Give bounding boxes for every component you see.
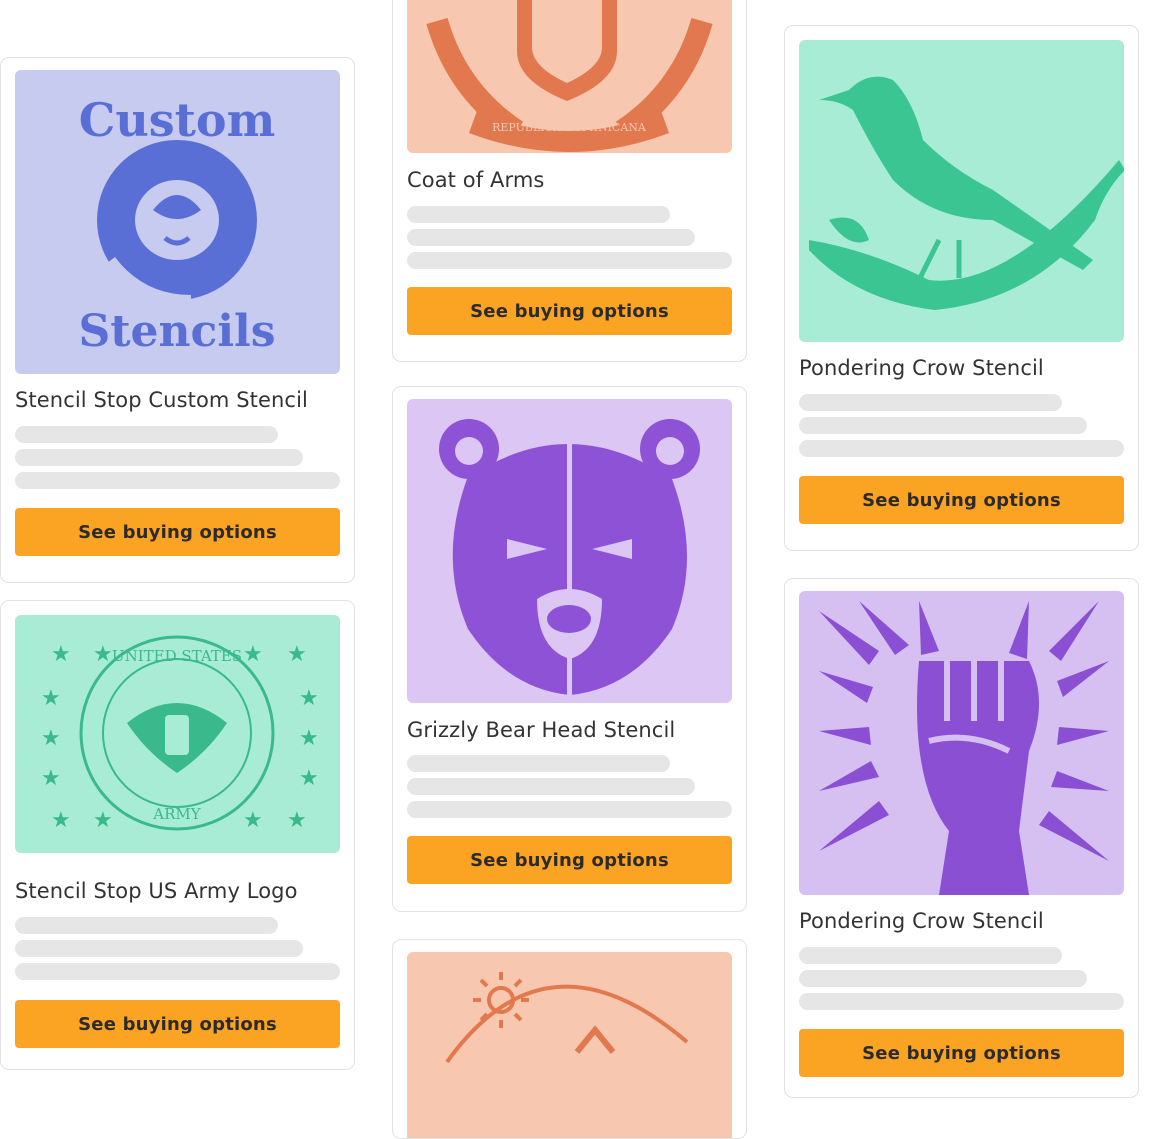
svg-text:ARMY: ARMY [152,805,201,823]
skeleton-line [15,472,340,489]
skeleton-line [407,206,670,223]
svg-text:★: ★ [243,808,263,833]
svg-text:★: ★ [299,726,319,751]
product-image[interactable]: REPUBLICA DOMINICANA [407,0,732,153]
bear-head-icon [407,399,732,703]
skeleton-line [407,229,695,246]
svg-text:★: ★ [41,766,61,791]
crow-icon [799,40,1124,342]
skeleton-line [15,449,303,466]
skeleton-line [15,940,303,957]
svg-text:★: ★ [299,686,319,711]
skeleton-line [407,801,732,818]
skeleton-line [799,417,1087,434]
svg-text:Stencils: Stencils [78,306,275,357]
see-buying-options-button[interactable]: See buying options [15,1000,340,1048]
coat-of-arms-icon: REPUBLICA DOMINICANA [407,0,732,153]
product-title[interactable]: Coat of Arms [407,168,732,192]
product-title[interactable]: Grizzly Bear Head Stencil [407,718,732,742]
skeleton-line [15,426,278,443]
product-image[interactable] [799,591,1124,895]
svg-text:★: ★ [243,642,263,667]
svg-text:★: ★ [299,766,319,791]
svg-text:UNITED STATES: UNITED STATES [112,647,242,665]
army-seal-icon: ★ ★ ★ ★ ★ ★ ★ ★ ★ ★ ★ ★ ★ ★ UNITED STATES ARMY [15,615,340,853]
product-card[interactable]: REPUBLICA DOMINICANA Coat of Arms See bu… [392,0,747,362]
product-card[interactable] [392,939,747,1139]
skeleton-line [799,440,1124,457]
svg-text:★: ★ [51,808,71,833]
sun-mountain-icon [407,952,732,1138]
skeleton-line [799,394,1062,411]
skeleton-line [799,970,1087,987]
svg-text:Custom: Custom [79,93,276,147]
svg-text:★: ★ [287,642,307,667]
skeleton-line [799,947,1062,964]
product-image[interactable] [407,952,732,1138]
skeleton-line [799,993,1124,1010]
product-title[interactable]: Stencil Stop Custom Stencil [15,388,340,412]
product-image[interactable] [407,399,732,703]
see-buying-options-button[interactable]: See buying options [799,476,1124,524]
product-title[interactable]: Stencil Stop US Army Logo [15,879,340,903]
see-buying-options-button[interactable]: See buying options [15,508,340,556]
svg-text:★: ★ [41,686,61,711]
product-card[interactable]: Custom Stencils Stencil Stop Custom Sten… [0,57,355,583]
see-buying-options-button[interactable]: See buying options [407,836,732,884]
skeleton-line [15,963,340,980]
skeleton-line [15,917,278,934]
svg-text:★: ★ [287,808,307,833]
skeleton-line [407,778,695,795]
product-card[interactable]: ★ ★ ★ ★ ★ ★ ★ ★ ★ ★ ★ ★ ★ ★ UNITED STATES ARMY … [0,600,355,1070]
skeleton-line [407,755,670,772]
skeleton-line [407,252,732,269]
product-title[interactable]: Pondering Crow Stencil [799,909,1124,933]
product-image[interactable]: ★ ★ ★ ★ ★ ★ ★ ★ ★ ★ ★ ★ ★ ★ UNITED STATES ARMY [15,615,340,853]
see-buying-options-button[interactable]: See buying options [799,1029,1124,1077]
product-title[interactable]: Pondering Crow Stencil [799,356,1124,380]
see-buying-options-button[interactable]: See buying options [407,287,732,335]
product-image[interactable] [799,40,1124,342]
sloth-icon: Custom Stencils [15,70,340,374]
product-card[interactable]: Pondering Crow Stencil See buying option… [784,578,1139,1098]
product-card[interactable]: Pondering Crow Stencil See buying option… [784,25,1139,551]
product-card[interactable]: Grizzly Bear Head Stencil See buying opt… [392,386,747,912]
svg-text:★: ★ [51,642,71,667]
product-image[interactable]: Custom Stencils [15,70,340,374]
svg-text:★: ★ [41,726,61,751]
raised-fist-icon [799,591,1124,895]
svg-text:★: ★ [93,808,113,833]
svg-text:REPUBLICA DOMINICANA: REPUBLICA DOMINICANA [492,121,647,134]
